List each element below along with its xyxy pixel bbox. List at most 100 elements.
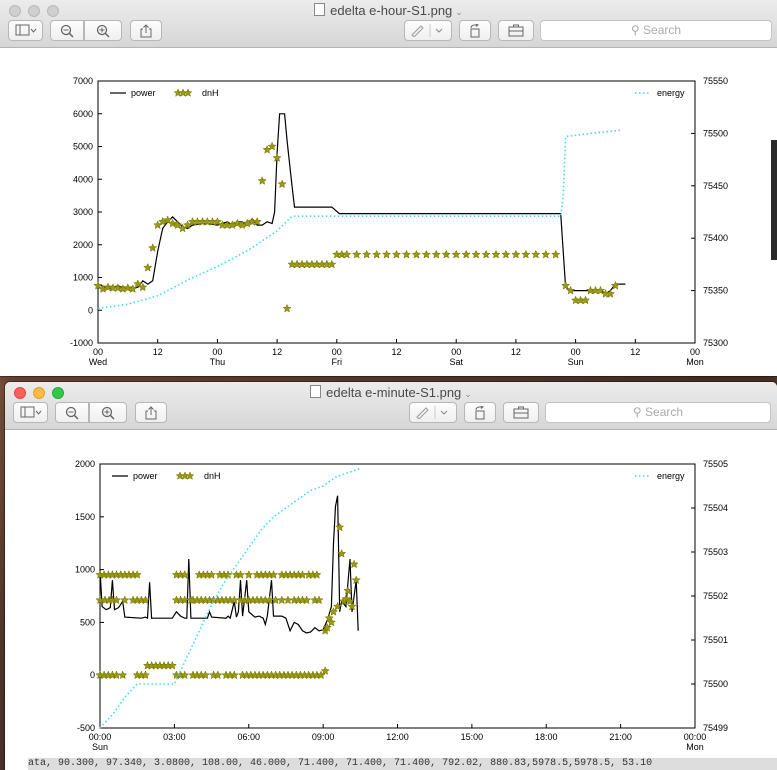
- right-axis-tick-label: 75500: [703, 128, 728, 138]
- chevron-down-icon: ⌄: [455, 7, 463, 17]
- document-icon: [310, 385, 322, 398]
- dnH-point: [277, 595, 287, 605]
- dnH-point: [501, 249, 511, 259]
- sidebar-toggle-button[interactable]: [13, 402, 48, 423]
- left-axis-tick-label: 2000: [73, 240, 93, 250]
- x-axis-tick-label: 00:00: [89, 732, 112, 742]
- left-axis-tick-label: 500: [80, 617, 95, 627]
- x-axis-tick-label: 00:00: [684, 732, 707, 742]
- sidebar-icon: [15, 24, 36, 36]
- x-axis-day-label: Mon: [686, 357, 704, 367]
- x-axis-tick-label: 12: [272, 347, 282, 357]
- left-axis-tick-label: 7000: [73, 76, 93, 86]
- dnH-point: [143, 262, 153, 272]
- dnH-point: [118, 670, 128, 680]
- zoom-in-button[interactable]: [84, 20, 122, 41]
- plot-frame: [99, 463, 696, 729]
- dnH-point: [511, 249, 521, 259]
- power-series-line: [99, 495, 359, 634]
- markup-button[interactable]: [404, 20, 452, 41]
- x-axis-day-label: Sun: [568, 357, 584, 367]
- dnH-point: [461, 249, 471, 259]
- toolbox-button[interactable]: [503, 402, 539, 423]
- share-icon: [145, 406, 157, 420]
- left-axis-tick-label: 1000: [73, 273, 93, 283]
- search-field[interactable]: ⚲ Search: [545, 402, 771, 423]
- x-axis-tick-label: 15:00: [461, 732, 484, 742]
- rotate-button[interactable]: [464, 402, 496, 423]
- markup-pen-icon: [416, 406, 448, 419]
- dnH-point: [431, 249, 441, 259]
- rotate-button[interactable]: [459, 20, 491, 41]
- x-axis-day-label: Fri: [332, 357, 343, 367]
- left-axis-tick-label: 0: [90, 670, 95, 680]
- share-button[interactable]: [135, 402, 167, 423]
- energy-series-line: [97, 129, 621, 310]
- x-axis-tick-label: 00: [571, 347, 581, 357]
- dnH-point: [277, 179, 287, 189]
- x-axis-tick-label: 12: [511, 347, 521, 357]
- legend-power-label: power: [131, 88, 156, 98]
- toolbox-icon: [508, 24, 524, 37]
- search-field[interactable]: ⚲ Search: [540, 20, 772, 41]
- share-button[interactable]: [130, 20, 162, 41]
- window-title[interactable]: edelta e-hour-S1.png ⌄: [0, 3, 777, 18]
- window-title[interactable]: edelta e-minute-S1.png ⌄: [5, 385, 777, 400]
- dnH-point: [411, 249, 422, 259]
- right-axis-tick-label: 75502: [703, 591, 728, 601]
- x-axis-tick-label: 12: [391, 347, 401, 357]
- dnH-point: [349, 559, 359, 569]
- dnH-point: [451, 249, 461, 259]
- title-toolbar: edelta e-minute-S1.png ⌄ ⚲ Search: [5, 382, 777, 430]
- x-axis-day-label: Sun: [92, 742, 108, 752]
- x-axis-tick-label: 09:00: [312, 732, 335, 742]
- dnH-point: [335, 522, 345, 532]
- sidebar-toggle-button[interactable]: [8, 20, 43, 41]
- x-axis-tick-label: 00: [212, 347, 222, 357]
- x-axis-day-label: Sat: [449, 357, 463, 367]
- right-axis-tick-label: 75550: [703, 76, 728, 86]
- x-axis-day-label: Mon: [686, 742, 704, 752]
- right-axis-tick-label: 75505: [703, 459, 728, 469]
- legend-energy-label: energy: [657, 471, 685, 481]
- right-axis-tick-label: 75500: [703, 679, 728, 689]
- dnH-point: [382, 249, 392, 259]
- markup-pen-icon: [411, 24, 443, 37]
- dnH-point: [320, 666, 330, 675]
- dnH-point: [421, 249, 431, 259]
- x-axis-tick-label: 00: [332, 347, 342, 357]
- legend-dnH-label: dnH: [202, 88, 219, 98]
- left-axis-tick-label: 2000: [75, 459, 95, 469]
- dnH-point: [541, 249, 551, 259]
- document-icon: [314, 3, 326, 16]
- dnH-point: [283, 595, 293, 605]
- zoom-out-button[interactable]: [55, 402, 89, 423]
- x-axis-tick-label: 21:00: [609, 732, 632, 742]
- x-axis-tick-label: 00: [451, 347, 461, 357]
- right-axis-tick-label: 75450: [703, 181, 728, 191]
- dnH-point: [551, 249, 561, 259]
- chart-hour: -1000 0 1000 2000 3000 4000 5000 6000 7000 75300 7…: [70, 76, 728, 367]
- zoom-in-button[interactable]: [89, 402, 127, 423]
- dnH-point: [232, 218, 242, 228]
- legend-dnH-label: dnH: [204, 471, 221, 481]
- right-axis-tick-label: 75504: [703, 503, 728, 513]
- chart-minute: -500050010001500200075499755007550175502…: [75, 459, 728, 752]
- toolbox-icon: [513, 406, 529, 419]
- dnH-point: [244, 570, 254, 579]
- background-window-edge: [771, 140, 777, 260]
- toolbox-button[interactable]: [498, 20, 534, 41]
- chevron-down-icon: ⌄: [464, 389, 472, 399]
- left-axis-tick-label: 1000: [75, 565, 95, 575]
- left-axis-tick-label: 5000: [73, 142, 93, 152]
- dnH-point: [148, 243, 158, 252]
- dnH-point: [401, 249, 411, 259]
- dnH-point: [481, 249, 491, 259]
- zoom-in-icon: [101, 406, 115, 420]
- share-icon: [140, 24, 152, 38]
- markup-button[interactable]: [409, 402, 457, 423]
- zoom-out-button[interactable]: [50, 20, 84, 41]
- left-axis-tick-label: -1000: [70, 338, 93, 348]
- terminal-output-line: ata, 90.300, 97.340, 3.0800, 108.00, 46.…: [28, 758, 777, 770]
- x-axis-tick-label: 18:00: [535, 732, 558, 742]
